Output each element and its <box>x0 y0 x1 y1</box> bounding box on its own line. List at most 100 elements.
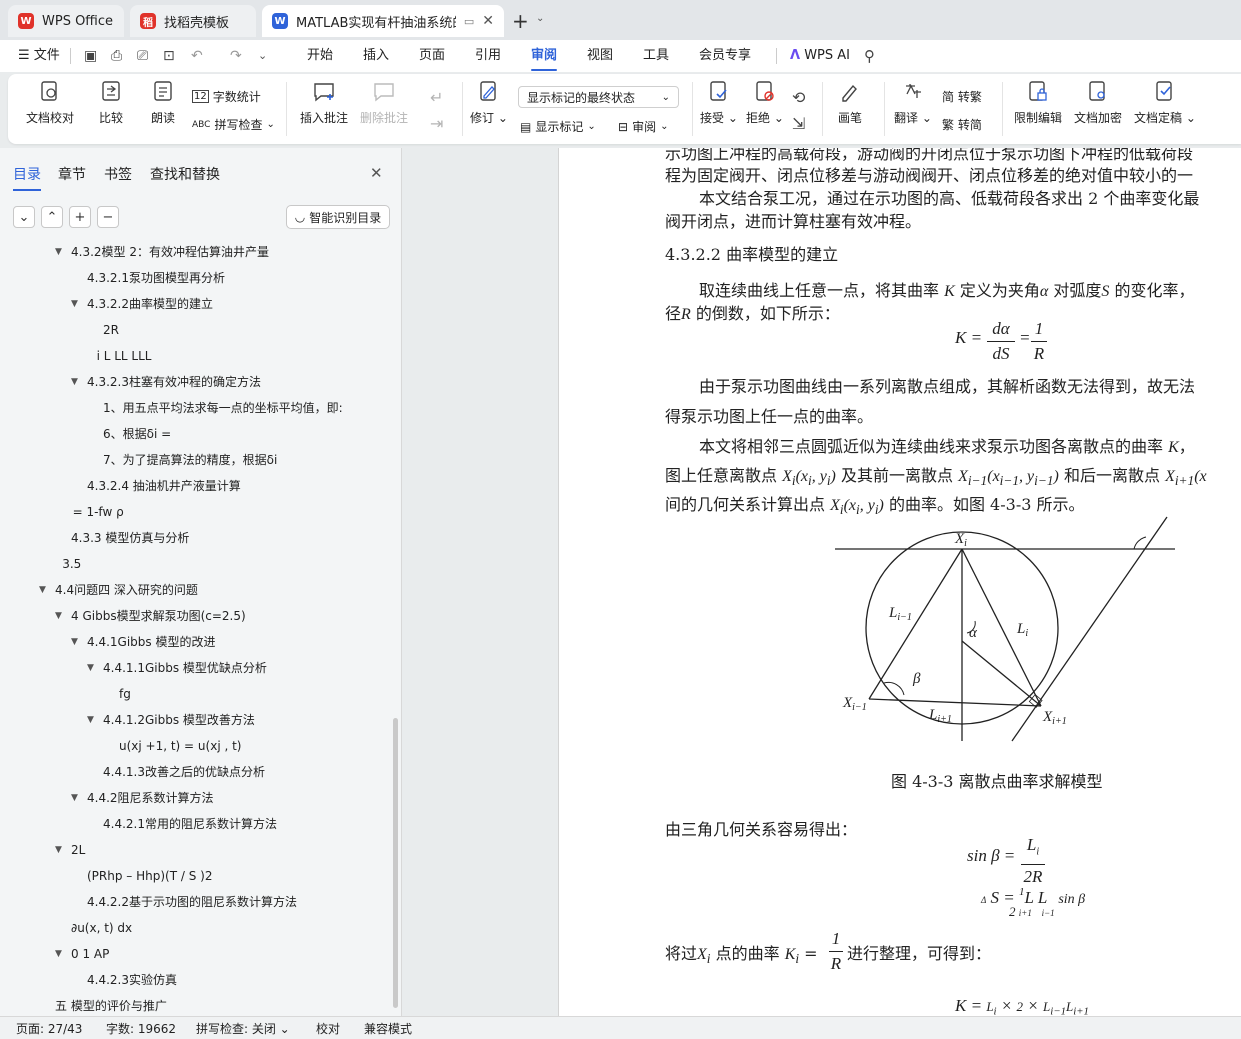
print-icon[interactable]: ⎚ <box>137 46 148 66</box>
menu-review[interactable]: 审阅 <box>531 46 558 71</box>
toc-toggle-icon[interactable]: ▼ <box>55 611 62 621</box>
undo-icon[interactable]: ↶ <box>191 46 203 66</box>
word-count[interactable]: 字数: 19662 <box>106 1020 176 1037</box>
toc-item[interactable]: 4.4问题四 深入研究的问题 <box>55 582 198 598</box>
spell-check-button[interactable]: ABC 拼写检查 ⌄ <box>192 116 275 133</box>
toc-item[interactable]: 4.3.2.1泵功图模型再分析 <box>87 270 225 286</box>
menu-page[interactable]: 页面 <box>419 46 445 66</box>
toc-item[interactable]: = 1-fw ρ <box>73 504 124 520</box>
pen-button[interactable]: 画笔 <box>838 80 862 126</box>
smart-toc-button[interactable]: ◡ 智能识别目录 <box>286 205 390 229</box>
toc-item[interactable]: 4 Gibbs模型求解泵功图(c=2.5) <box>71 608 246 624</box>
toc-toggle-icon[interactable]: ▼ <box>71 637 78 647</box>
toc-toggle-icon[interactable]: ▼ <box>71 299 78 309</box>
toc-toggle-icon[interactable]: ▼ <box>55 949 62 959</box>
toc-item[interactable]: 4.4.1.2Gibbs 模型改善方法 <box>103 712 255 728</box>
toc-item[interactable]: ∂u(x, t) dx <box>71 920 132 936</box>
proof-status[interactable]: 校对 <box>316 1020 340 1037</box>
save-icon[interactable]: ▣ <box>84 46 97 66</box>
close-panel-icon[interactable]: ✕ <box>370 164 383 182</box>
toc-item[interactable]: 4.4.2.1常用的阻尼系数计算方法 <box>103 816 277 832</box>
next-change-icon[interactable]: ⇲ <box>792 114 805 133</box>
markup-select[interactable]: 显示标记的最终状态 ⌄ <box>518 86 679 108</box>
add-heading-button[interactable]: + <box>69 206 91 228</box>
file-menu[interactable]: ☰ 文件 <box>18 46 60 66</box>
panel-tab-toc[interactable]: 目录 <box>13 164 41 191</box>
menu-member[interactable]: 会员专享 <box>699 46 751 66</box>
menu-tools[interactable]: 工具 <box>643 46 669 66</box>
compare-button[interactable]: 比较 <box>99 80 123 126</box>
print-preview-icon[interactable]: ⊡ <box>163 46 175 66</box>
toc-item[interactable]: 五 模型的评价与推广 <box>55 998 167 1014</box>
translate-button[interactable]: 翻译 ⌄ <box>894 80 932 126</box>
remove-heading-button[interactable]: − <box>97 206 119 228</box>
prev-comment-icon[interactable]: ↵ <box>430 88 443 107</box>
toc-item[interactable]: 7、为了提高算法的精度，根据δi <box>103 452 277 468</box>
toc-item[interactable]: i L LL LLL <box>97 348 152 364</box>
toc-toggle-icon[interactable]: ▼ <box>55 845 62 855</box>
panel-tab-chapter[interactable]: 章节 <box>58 164 86 184</box>
toc-item[interactable]: 4.4.1.3改善之后的优缺点分析 <box>103 764 265 780</box>
toc-item[interactable]: 2R <box>103 322 119 338</box>
panel-tab-find-replace[interactable]: 查找和替换 <box>150 164 220 184</box>
tab-wps-office[interactable]: W WPS Office <box>8 5 124 37</box>
tab-document[interactable]: W MATLAB实现有杆抽油系统的 ▭ ✕ <box>262 5 504 37</box>
next-comment-icon[interactable]: ⇥ <box>430 114 443 133</box>
toc-item[interactable]: fg <box>119 686 131 702</box>
menu-view[interactable]: 视图 <box>587 46 613 66</box>
toc-toggle-icon[interactable]: ▼ <box>87 715 94 725</box>
insert-comment-button[interactable]: 插入批注 <box>300 80 348 126</box>
show-markup-button[interactable]: ▤ 显示标记 ⌄ <box>520 118 596 135</box>
toc-item[interactable]: 4.3.2模型 2：有效冲程估算油井产量 <box>71 244 269 260</box>
panel-tab-bookmark[interactable]: 书签 <box>104 164 132 184</box>
menu-start[interactable]: 开始 <box>307 46 333 66</box>
to-simplified-button[interactable]: 繁 转简 <box>942 116 982 133</box>
more-chevron-icon[interactable]: ⌄ <box>258 46 267 66</box>
toc-item[interactable]: 4.4.1.1Gibbs 模型优缺点分析 <box>103 660 267 676</box>
menu-insert[interactable]: 插入 <box>363 46 389 66</box>
panel-scrollbar[interactable] <box>393 718 398 1008</box>
reject-button[interactable]: 拒绝 ⌄ <box>746 80 784 126</box>
toc-toggle-icon[interactable]: ▼ <box>39 585 46 595</box>
revise-button[interactable]: 修订 ⌄ <box>470 80 508 126</box>
toc-item[interactable]: 4.4.1Gibbs 模型的改进 <box>87 634 215 650</box>
toc-toggle-icon[interactable]: ▼ <box>71 793 78 803</box>
toc-item[interactable]: (PRhp – Hhp)(T / S )2 <box>87 868 212 884</box>
chevron-down-icon[interactable]: ⌄ <box>536 13 544 24</box>
collapse-all-button[interactable]: ⌄ <box>13 206 35 228</box>
review-pane-button[interactable]: ⊟ 审阅 ⌄ <box>618 118 668 135</box>
expand-up-button[interactable]: ⌃ <box>41 206 63 228</box>
toc-item[interactable]: 6、根据δi = <box>103 426 171 442</box>
toc-item[interactable]: 1、用五点平均法求每一点的坐标平均值，即: <box>103 400 343 416</box>
export-icon[interactable]: ⎙ <box>111 46 122 66</box>
toc-item[interactable]: 4.4.2.2基于示功图的阻尼系数计算方法 <box>87 894 297 910</box>
prev-change-icon[interactable]: ⟲ <box>792 88 805 107</box>
toc-item[interactable]: u(xj +1, t) = u(xj , t) <box>119 738 241 754</box>
toc-item[interactable]: 4.4.2阻尼系数计算方法 <box>87 790 214 806</box>
wps-ai-button[interactable]: ᐱ WPS AI <box>790 46 850 66</box>
toc-item[interactable]: 2L <box>71 842 85 858</box>
accept-button[interactable]: 接受 ⌄ <box>700 80 738 126</box>
encrypt-button[interactable]: 文档加密 <box>1074 80 1122 126</box>
toc-item[interactable]: 4.3.2.4 抽油机井产液量计算 <box>87 478 241 494</box>
word-count-button[interactable]: 12 字数统计 <box>192 88 261 105</box>
page-count[interactable]: 页面: 27/43 <box>16 1020 82 1037</box>
toc-item[interactable]: 4.4.2.3实验仿真 <box>87 972 177 988</box>
spell-status[interactable]: 拼写检查: 关闭 ⌄ <box>196 1020 290 1037</box>
redo-icon[interactable]: ↷ <box>230 46 242 66</box>
to-traditional-button[interactable]: 简 转繁 <box>942 88 982 105</box>
toc-item[interactable]: 4.3.2.3柱塞有效冲程的确定方法 <box>87 374 261 390</box>
toc-item[interactable]: 4.3.2.2曲率模型的建立 <box>87 296 213 312</box>
finalize-button[interactable]: 文档定稿 ⌄ <box>1134 80 1196 126</box>
menu-reference[interactable]: 引用 <box>475 46 501 66</box>
read-aloud-button[interactable]: 朗读 <box>151 80 175 126</box>
toc-toggle-icon[interactable]: ▼ <box>71 377 78 387</box>
toc-item[interactable]: 3.5 <box>62 556 81 572</box>
toc-toggle-icon[interactable]: ▼ <box>87 663 94 673</box>
tab-template[interactable]: 稻 找稻壳模板 <box>130 5 256 37</box>
toc-item[interactable]: 0 1 AP <box>71 946 109 962</box>
restrict-edit-button[interactable]: 限制编辑 <box>1014 80 1062 126</box>
delete-comment-button[interactable]: 删除批注 <box>360 80 408 126</box>
close-icon[interactable]: ✕ <box>482 13 494 29</box>
search-icon[interactable]: ⚲ <box>864 46 875 66</box>
